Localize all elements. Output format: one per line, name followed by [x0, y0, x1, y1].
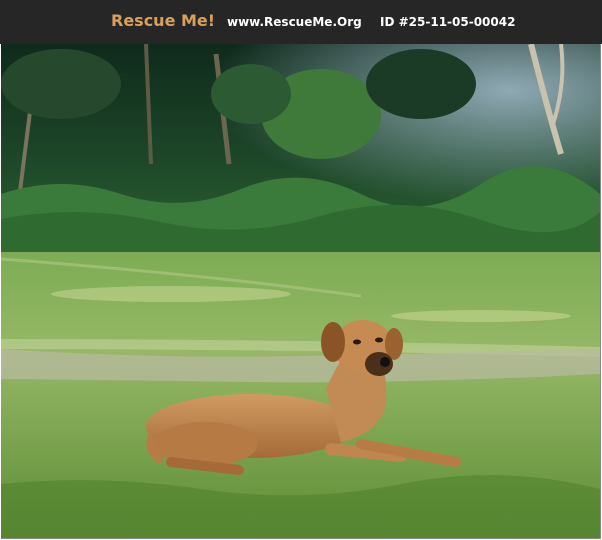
- listing-card: Rescue Me! www.RescueMe.Org ID #25-11-05…: [0, 0, 602, 540]
- site-logo-text[interactable]: Rescue Me!: [111, 11, 215, 30]
- site-header: Rescue Me! www.RescueMe.Org ID #25-11-05…: [0, 0, 602, 44]
- pet-photo: [1, 44, 601, 539]
- site-url[interactable]: www.RescueMe.Org: [227, 15, 362, 29]
- dog-photo-illustration: [1, 44, 600, 538]
- pet-id: ID #25-11-05-00042: [380, 15, 516, 29]
